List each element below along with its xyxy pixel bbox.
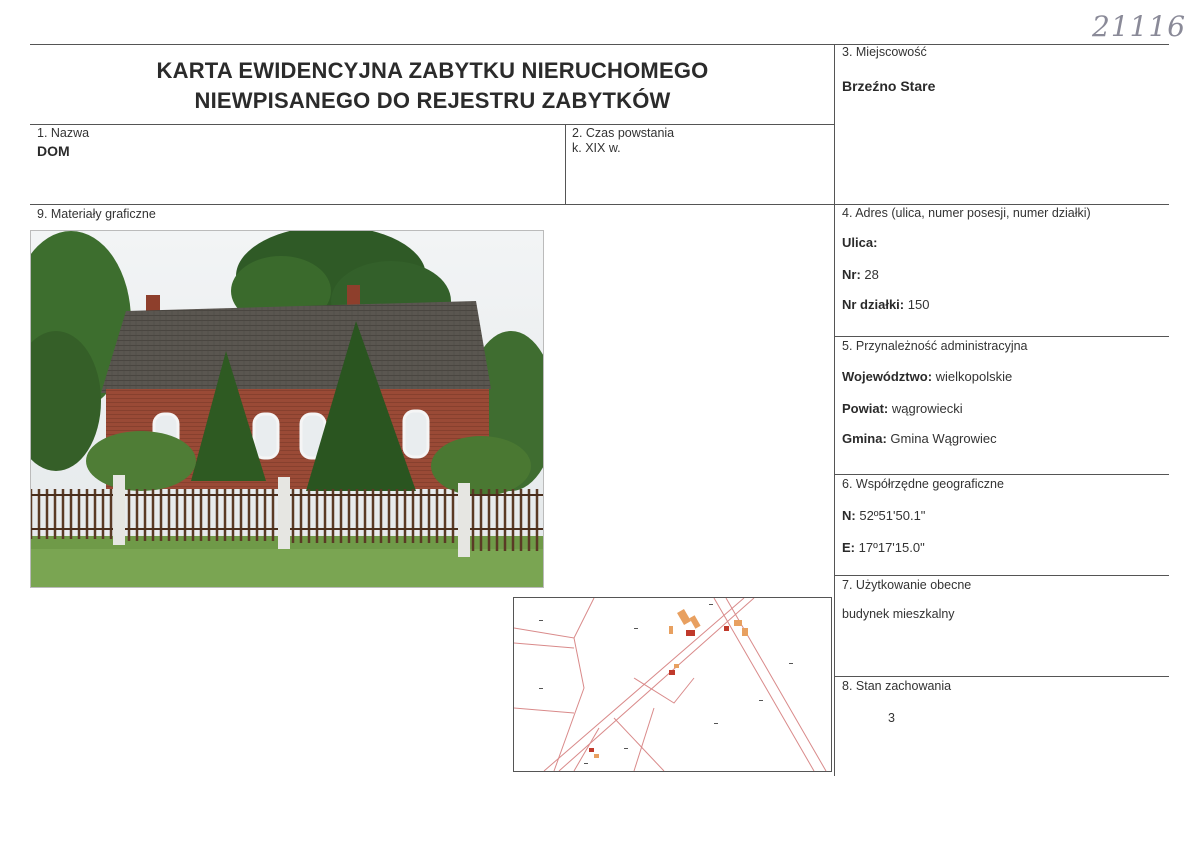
- latitude-label: N:: [842, 508, 856, 523]
- locality-label: 3. Miejscowość: [842, 45, 927, 59]
- plot-row: Nr działki: 150: [842, 297, 929, 312]
- voivodeship-value: wielkopolskie: [935, 369, 1013, 384]
- number-value: 28: [864, 267, 879, 282]
- commune-value: Gmina Wągrowiec: [890, 431, 997, 446]
- title-bottom-border: [30, 124, 835, 125]
- cadastral-map: [513, 597, 832, 772]
- longitude-label: E:: [842, 540, 855, 555]
- row1-bottom-border: [30, 204, 1169, 205]
- coordinates-label: 6. Współrzędne geograficzne: [842, 477, 1004, 491]
- latitude-value: 52º51'50.1": [859, 508, 926, 523]
- document-title-line2: NIEWPISANEGO DO REJESTRU ZABYTKÓW: [194, 88, 671, 113]
- date-label: 2. Czas powstania: [572, 126, 675, 140]
- sec5-top-border: [834, 336, 1169, 337]
- condition-label: 8. Stan zachowania: [842, 679, 952, 693]
- latitude-row: N: 52º51'50.1": [842, 508, 925, 523]
- street-row: Ulica:: [842, 235, 877, 250]
- graphics-label: 9. Materiały graficzne: [37, 207, 156, 221]
- usage-label: 7. Użytkowanie obecne: [842, 578, 972, 592]
- voivodeship-label: Województwo:: [842, 369, 933, 384]
- name-label: 1. Nazwa: [37, 126, 90, 140]
- street-label: Ulica:: [842, 235, 878, 250]
- sec8-top-border: [834, 676, 1169, 677]
- sec7-top-border: [834, 575, 1169, 576]
- number-row: Nr: 28: [842, 267, 879, 282]
- house-photo: [30, 230, 544, 588]
- column-divider-name-date: [565, 124, 566, 204]
- column-divider-main: [834, 44, 835, 776]
- county-value: wągrowiecki: [891, 401, 963, 416]
- locality-value: Brzeźno Stare: [842, 78, 936, 94]
- name-value: DOM: [37, 143, 70, 159]
- date-value: k. XIX w.: [572, 141, 621, 155]
- plot-label: Nr działki:: [842, 297, 905, 312]
- condition-value: 3: [888, 711, 895, 725]
- voivodeship-row: Województwo: wielkopolskie: [842, 369, 1012, 384]
- address-label: 4. Adres (ulica, numer posesji, numer dz…: [842, 206, 1091, 220]
- commune-row: Gmina: Gmina Wągrowiec: [842, 431, 997, 446]
- longitude-row: E: 17º17'15.0": [842, 540, 925, 555]
- usage-value: budynek mieszkalny: [842, 607, 955, 621]
- longitude-value: 17º17'15.0": [858, 540, 925, 555]
- document-title-line1: KARTA EWIDENCYJNA ZABYTKU NIERUCHOMEGO: [156, 58, 709, 83]
- admin-label: 5. Przynależność administracyjna: [842, 339, 1028, 353]
- commune-label: Gmina:: [842, 431, 887, 446]
- plot-value: 150: [907, 297, 930, 312]
- county-label: Powiat:: [842, 401, 889, 416]
- top-border: [30, 44, 1169, 45]
- sec6-top-border: [834, 474, 1169, 475]
- number-label: Nr:: [842, 267, 861, 282]
- handwritten-catalogue-number: 21116: [1092, 10, 1187, 43]
- county-row: Powiat: wągrowiecki: [842, 401, 963, 416]
